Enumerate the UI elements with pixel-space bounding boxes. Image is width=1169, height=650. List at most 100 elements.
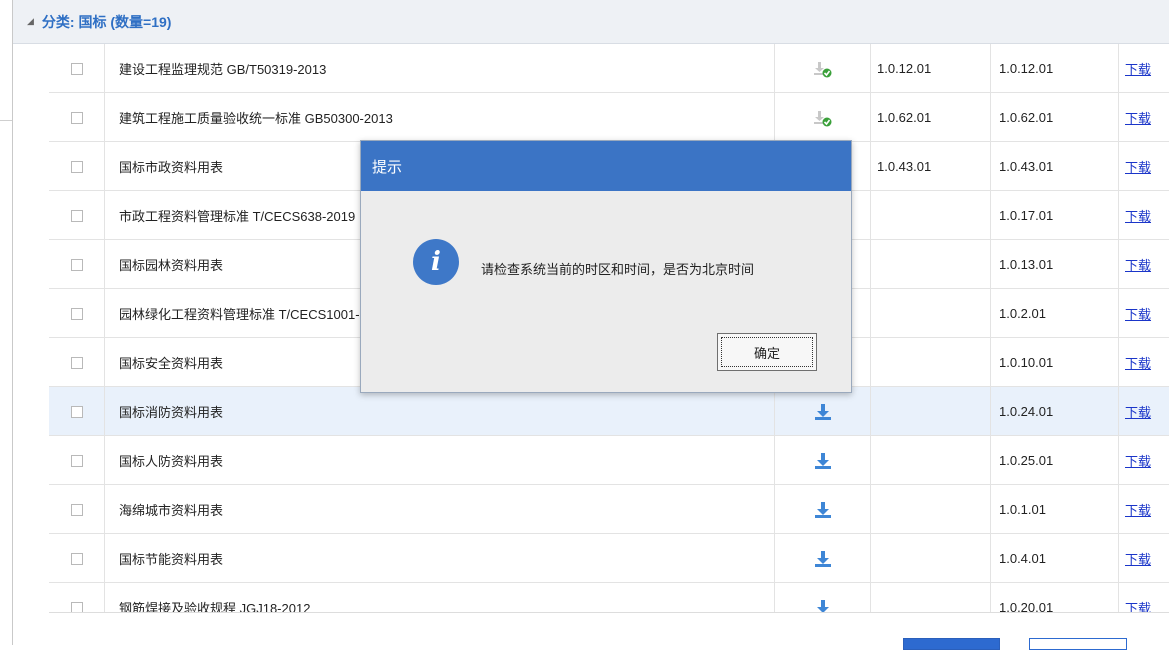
row-checkbox[interactable] (70, 356, 83, 369)
info-icon: i (413, 239, 459, 285)
row-checkbox[interactable] (70, 503, 83, 516)
download-cell: 下载 (1119, 338, 1169, 387)
package-name: 国标节能资料用表 (105, 534, 775, 583)
row-checkbox[interactable] (70, 454, 83, 467)
left-divider (0, 120, 12, 121)
row-checkbox[interactable] (70, 111, 83, 124)
package-name: 建筑工程施工质量验收统一标准 GB50300-2013 (105, 93, 775, 142)
row-checkbox[interactable] (70, 601, 83, 612)
download-icon[interactable] (814, 403, 832, 421)
latest-version: 1.0.13.01 (991, 240, 1119, 289)
category-group-header[interactable]: ◢ 分类: 国标 (数量=19) (13, 0, 1169, 44)
status-cell (775, 387, 871, 436)
installed-version: 1.0.12.01 (871, 44, 991, 93)
collapse-toggle-icon[interactable]: ◢ (27, 16, 34, 27)
status-cell (775, 485, 871, 534)
package-name: 钢筋焊接及验收规程 JGJ18-2012 (105, 583, 775, 612)
latest-version: 1.0.4.01 (991, 534, 1119, 583)
ok-button-label: 确定 (753, 345, 780, 361)
package-name: 国标人防资料用表 (105, 436, 775, 485)
checkbox-cell (49, 191, 105, 240)
latest-version: 1.0.2.01 (991, 289, 1119, 338)
table-row[interactable]: 海绵城市资料用表 1.0.1.01 下载 (49, 485, 1169, 534)
download-link[interactable]: 下载 (1125, 59, 1151, 78)
latest-version: 1.0.20.01 (991, 583, 1119, 612)
download-cell: 下载 (1119, 44, 1169, 93)
latest-version: 1.0.10.01 (991, 338, 1119, 387)
ok-button[interactable]: 确定 (717, 333, 817, 371)
table-row[interactable]: 国标节能资料用表 1.0.4.01 下载 (49, 534, 1169, 583)
download-cell: 下载 (1119, 436, 1169, 485)
download-cell: 下载 (1119, 583, 1169, 612)
status-cell (775, 436, 871, 485)
latest-version: 1.0.43.01 (991, 142, 1119, 191)
download-icon[interactable] (814, 452, 832, 470)
download-icon[interactable] (814, 501, 832, 519)
download-link[interactable]: 下载 (1125, 206, 1151, 225)
latest-version: 1.0.25.01 (991, 436, 1119, 485)
row-checkbox[interactable] (70, 209, 83, 222)
latest-version: 1.0.24.01 (991, 387, 1119, 436)
installed-version: 1.0.43.01 (871, 142, 991, 191)
table-row[interactable]: 建设工程监理规范 GB/T50319-2013 1.0.12.01 1.0.12.0… (49, 44, 1169, 93)
download-cell: 下载 (1119, 289, 1169, 338)
download-cell: 下载 (1119, 534, 1169, 583)
checkbox-cell (49, 338, 105, 387)
installed-version (871, 289, 991, 338)
checkbox-cell (49, 44, 105, 93)
download-cell: 下载 (1119, 387, 1169, 436)
installed-version (871, 583, 991, 612)
download-link[interactable]: 下载 (1125, 255, 1151, 274)
table-row[interactable]: 国标人防资料用表 1.0.25.01 下载 (49, 436, 1169, 485)
checkbox-cell (49, 240, 105, 289)
installed-version (871, 240, 991, 289)
row-checkbox[interactable] (70, 62, 83, 75)
download-link[interactable]: 下载 (1125, 451, 1151, 470)
row-checkbox[interactable] (70, 405, 83, 418)
table-row[interactable]: 钢筋焊接及验收规程 JGJ18-2012 1.0.20.01 下载 (49, 583, 1169, 614)
download-link[interactable]: 下载 (1125, 402, 1151, 421)
dialog-message: 请检查系统当前的时区和时间，是否为北京时间 (481, 262, 755, 277)
row-checkbox[interactable] (70, 258, 83, 271)
row-checkbox[interactable] (70, 307, 83, 320)
checkbox-cell (49, 387, 105, 436)
download-link[interactable]: 下载 (1125, 549, 1151, 568)
latest-version: 1.0.17.01 (991, 191, 1119, 240)
row-checkbox[interactable] (70, 160, 83, 173)
checkbox-cell (49, 534, 105, 583)
category-title: 分类: 国标 (数量=19) (41, 13, 172, 30)
latest-version: 1.0.1.01 (991, 485, 1119, 534)
installed-check-icon (813, 61, 831, 77)
checkbox-cell (49, 436, 105, 485)
row-checkbox[interactable] (70, 552, 83, 565)
primary-bottom-button[interactable] (903, 638, 1000, 650)
installed-version (871, 387, 991, 436)
installed-check-icon (813, 110, 831, 126)
alert-dialog: 提示 i 请检查系统当前的时区和时间，是否为北京时间 确定 (360, 140, 852, 393)
latest-version: 1.0.62.01 (991, 93, 1119, 142)
download-icon[interactable] (814, 599, 832, 614)
checkbox-cell (49, 93, 105, 142)
package-name: 国标消防资料用表 (105, 387, 775, 436)
download-link[interactable]: 下载 (1125, 500, 1151, 519)
table-row[interactable]: 建筑工程施工质量验收统一标准 GB50300-2013 1.0.62.01 1.0.… (49, 93, 1169, 142)
download-cell: 下载 (1119, 142, 1169, 191)
status-cell (775, 583, 871, 614)
installed-version (871, 191, 991, 240)
download-link[interactable]: 下载 (1125, 108, 1151, 127)
download-icon[interactable] (814, 550, 832, 568)
installed-version (871, 436, 991, 485)
installed-version (871, 534, 991, 583)
checkbox-cell (49, 583, 105, 612)
table-row[interactable]: 国标消防资料用表 1.0.24.01 下载 (49, 387, 1169, 436)
checkbox-cell (49, 142, 105, 191)
installed-version: 1.0.62.01 (871, 93, 991, 142)
checkbox-cell (49, 289, 105, 338)
installed-version (871, 338, 991, 387)
download-link[interactable]: 下载 (1125, 157, 1151, 176)
secondary-bottom-button[interactable] (1029, 638, 1127, 650)
download-link[interactable]: 下载 (1125, 598, 1151, 612)
download-link[interactable]: 下载 (1125, 304, 1151, 323)
download-link[interactable]: 下载 (1125, 353, 1151, 372)
download-cell: 下载 (1119, 93, 1169, 142)
